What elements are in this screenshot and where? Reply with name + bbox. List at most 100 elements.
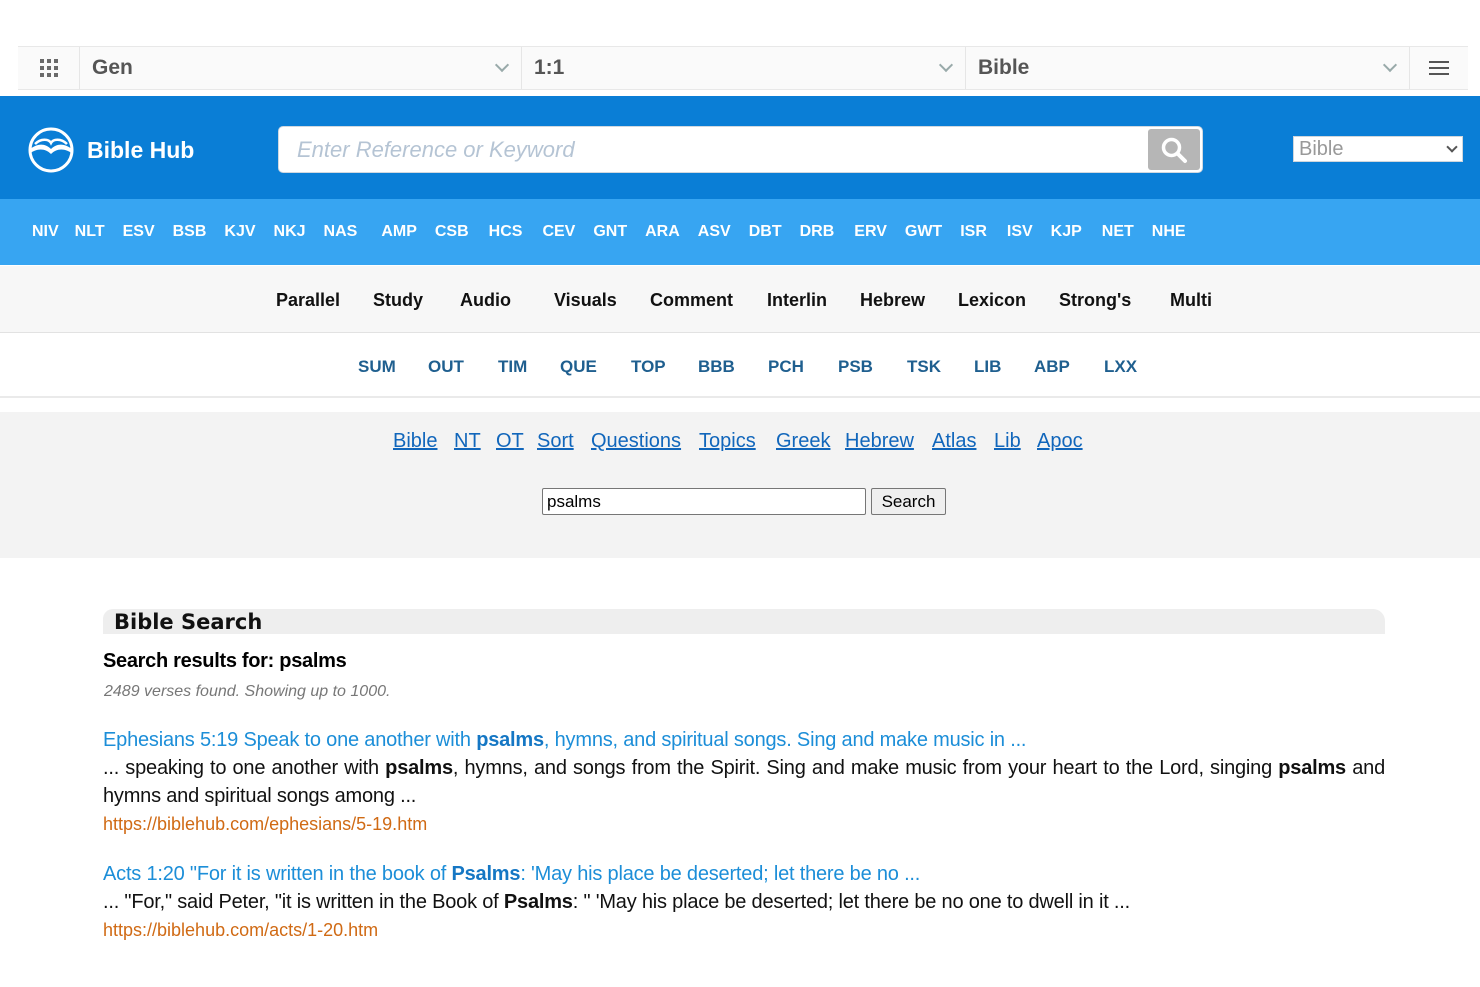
- version-link-net[interactable]: NET: [1098, 199, 1150, 265]
- tool-link-multi[interactable]: Multi: [1170, 290, 1212, 311]
- result-title-link[interactable]: Acts 1:20 "For it is written in the book…: [103, 860, 1385, 888]
- chevron-down-icon: [1446, 141, 1458, 153]
- book-select[interactable]: Gen: [80, 47, 522, 89]
- resource-link-abp[interactable]: ABP: [1034, 357, 1070, 377]
- version-link-erv[interactable]: ERV: [850, 199, 903, 265]
- header-search-input[interactable]: [279, 127, 1147, 172]
- tools-bar: Parallel Study Audio Visuals Comment Int…: [0, 266, 1480, 333]
- snippet-highlight: psalms: [1278, 757, 1346, 779]
- chapter-verse-select[interactable]: 1:1: [522, 47, 966, 89]
- versions-bar: NIV NLT ESV BSB KJV NKJ NAS AMP CSB HCS …: [0, 199, 1480, 265]
- version-link-esv[interactable]: ESV: [121, 199, 171, 265]
- resource-link-tim[interactable]: TIM: [498, 357, 527, 377]
- hamburger-icon: [1429, 57, 1449, 79]
- version-link-isv[interactable]: ISV: [1003, 199, 1049, 265]
- top-navigation-bar: Gen 1:1 Bible: [18, 46, 1468, 90]
- nav-link-topics[interactable]: Topics: [699, 430, 756, 453]
- snippet-text: : " 'May his place be deserted; let ther…: [572, 891, 1130, 913]
- nav-link-apoc[interactable]: Apoc: [1037, 430, 1083, 453]
- result-title-text: , hymns, and spiritual songs. Sing and m…: [543, 729, 1027, 751]
- resource-link-out[interactable]: OUT: [428, 357, 464, 377]
- resource-link-psb[interactable]: PSB: [838, 357, 873, 377]
- header-version-select[interactable]: Bible: [1293, 136, 1463, 162]
- result-item: Ephesians 5:19 Speak to one another with…: [103, 726, 1385, 838]
- version-link-asv[interactable]: ASV: [696, 199, 747, 265]
- tool-link-lexicon[interactable]: Lexicon: [958, 290, 1026, 311]
- result-title-text: : 'May his place be deserted; let there …: [520, 863, 921, 885]
- tool-link-visuals[interactable]: Visuals: [554, 290, 617, 311]
- version-link-dbt[interactable]: DBT: [747, 199, 798, 265]
- result-snippet: ... speaking to one another with psalms,…: [103, 754, 1385, 810]
- version-link-nhe[interactable]: NHE: [1150, 199, 1202, 265]
- results-for-term: psalms: [279, 650, 347, 672]
- tool-link-strongs[interactable]: Strong's: [1059, 290, 1131, 311]
- version-link-gwt[interactable]: GWT: [903, 199, 958, 265]
- results-count: 2489 verses found. Showing up to 1000.: [104, 683, 391, 700]
- result-title-highlight: Psalms: [451, 863, 521, 885]
- version-link-nkj[interactable]: NKJ: [272, 199, 322, 265]
- resource-link-top[interactable]: TOP: [631, 357, 666, 377]
- result-title-text: Ephesians 5:19 Speak to one another with: [103, 729, 477, 751]
- resource-link-tsk[interactable]: TSK: [907, 357, 941, 377]
- snippet-text: ... speaking to one another with: [103, 757, 386, 779]
- tool-link-comment[interactable]: Comment: [650, 290, 733, 311]
- version-link-bsb[interactable]: BSB: [171, 199, 223, 265]
- version-link-kjp[interactable]: KJP: [1049, 199, 1098, 265]
- snippet-text: , hymns, and songs from the Spirit. Sing…: [452, 757, 1279, 779]
- version-link-amp[interactable]: AMP: [373, 199, 433, 265]
- version-link-isr[interactable]: ISR: [958, 199, 1003, 265]
- version-select-value: Bible: [978, 56, 1030, 79]
- resource-link-sum[interactable]: SUM: [358, 357, 396, 377]
- nav-link-bible[interactable]: Bible: [393, 430, 437, 453]
- version-link-nas[interactable]: NAS: [322, 199, 374, 265]
- version-select[interactable]: Bible: [966, 47, 1410, 89]
- nav-link-ot[interactable]: OT: [496, 430, 524, 453]
- version-link-cev[interactable]: CEV: [538, 199, 591, 265]
- resources-bar: SUM OUT TIM QUE TOP BBB PCH PSB TSK LIB …: [0, 334, 1480, 398]
- bible-hub-logo-icon: [28, 127, 74, 173]
- resource-link-que[interactable]: QUE: [560, 357, 597, 377]
- apps-grid-button[interactable]: [18, 47, 80, 89]
- tool-link-hebrew[interactable]: Hebrew: [860, 290, 925, 311]
- result-url[interactable]: https://biblehub.com/acts/1-20.htm: [103, 916, 1385, 944]
- header-version-select-value: Bible: [1299, 138, 1344, 160]
- search-icon: [1161, 137, 1187, 163]
- nav-link-sort[interactable]: Sort: [537, 430, 574, 453]
- result-title-link[interactable]: Ephesians 5:19 Speak to one another with…: [103, 726, 1385, 754]
- resource-link-lib[interactable]: LIB: [974, 357, 1001, 377]
- search-input[interactable]: [542, 488, 866, 515]
- resource-link-bbb[interactable]: BBB: [698, 357, 735, 377]
- nav-link-nt[interactable]: NT: [454, 430, 481, 453]
- nav-link-atlas[interactable]: Atlas: [932, 430, 976, 453]
- version-link-niv[interactable]: NIV: [0, 199, 75, 265]
- menu-button[interactable]: [1410, 47, 1468, 89]
- result-title-highlight: psalms: [476, 729, 544, 751]
- header-search-button[interactable]: [1148, 129, 1200, 170]
- nav-link-lib[interactable]: Lib: [994, 430, 1021, 453]
- tool-link-interlin[interactable]: Interlin: [767, 290, 827, 311]
- results-for: Search results for: psalms: [103, 650, 347, 673]
- chapter-verse-value: 1:1: [534, 56, 565, 79]
- site-logo[interactable]: Bible Hub: [27, 126, 194, 174]
- result-item: Acts 1:20 "For it is written in the book…: [103, 860, 1385, 944]
- resource-link-pch[interactable]: PCH: [768, 357, 804, 377]
- version-link-ara[interactable]: ARA: [643, 199, 696, 265]
- tool-link-parallel[interactable]: Parallel: [276, 290, 340, 311]
- version-link-drb[interactable]: DRB: [798, 199, 851, 265]
- nav-link-hebrew[interactable]: Hebrew: [845, 430, 914, 453]
- nav-link-questions[interactable]: Questions: [591, 430, 681, 453]
- version-link-kjv[interactable]: KJV: [222, 199, 271, 265]
- version-link-csb[interactable]: CSB: [433, 199, 485, 265]
- tool-link-study[interactable]: Study: [373, 290, 423, 311]
- version-link-gnt[interactable]: GNT: [591, 199, 643, 265]
- version-link-nlt[interactable]: NLT: [75, 199, 121, 265]
- resource-link-lxx[interactable]: LXX: [1104, 357, 1137, 377]
- site-header: Bible Hub Bible: [0, 96, 1480, 199]
- nav-link-greek[interactable]: Greek: [776, 430, 830, 453]
- result-snippet: ... "For," said Peter, "it is written in…: [103, 888, 1385, 916]
- result-url[interactable]: https://biblehub.com/ephesians/5-19.htm: [103, 810, 1385, 838]
- version-link-hcs[interactable]: HCS: [485, 199, 539, 265]
- search-button[interactable]: Search: [871, 488, 946, 515]
- tool-link-audio[interactable]: Audio: [460, 290, 511, 311]
- logo-text: Bible Hub: [87, 136, 195, 163]
